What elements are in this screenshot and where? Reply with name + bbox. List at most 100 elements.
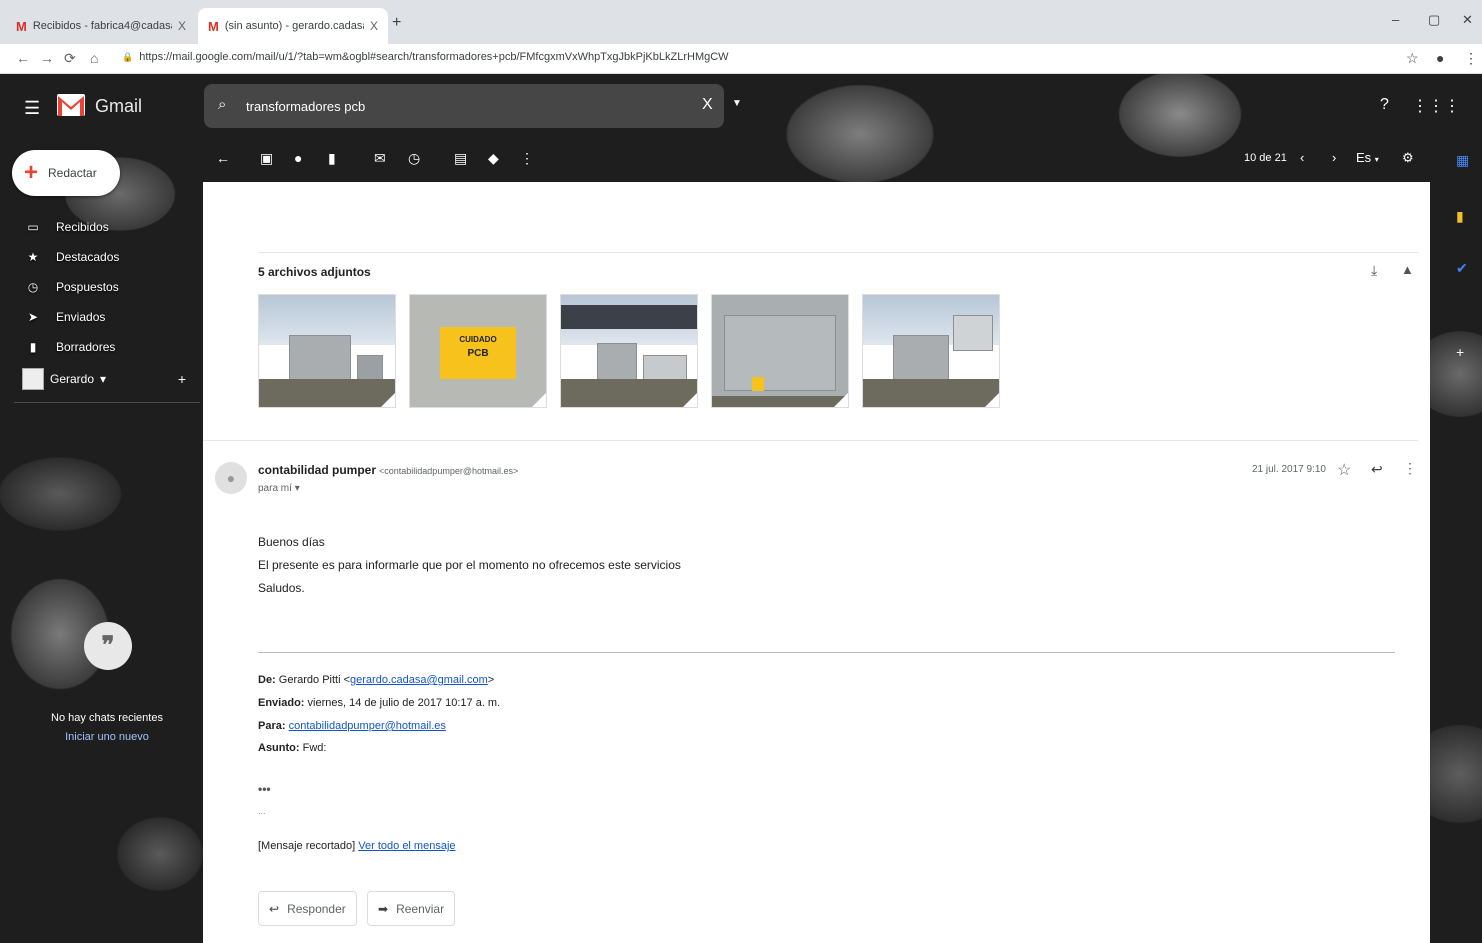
- sidebar-item-label: Borradores: [56, 340, 116, 354]
- download-all-icon[interactable]: ⤓: [1371, 262, 1377, 279]
- main-menu-icon[interactable]: ☰: [24, 98, 40, 119]
- attachment-thumbnail-3[interactable]: [560, 294, 698, 408]
- settings-gear-icon[interactable]: ⚙: [1402, 150, 1414, 166]
- pcb-label-top: CUIDADO: [459, 335, 497, 344]
- avatar: [22, 368, 44, 390]
- quoted-sent-value: viernes, 14 de julio de 2017 10:17 a. m.: [307, 697, 501, 709]
- send-icon: ➤: [27, 310, 39, 324]
- sender-name[interactable]: contabilidad pumper: [258, 463, 376, 477]
- message-panel: 5 archivos adjuntos ⤓ ▲ CUIDADO PCB ● co…: [203, 182, 1430, 943]
- next-icon[interactable]: ›: [1332, 150, 1336, 165]
- forward-button[interactable]: ➡ Reenviar: [367, 891, 456, 926]
- quoted-from-email-link[interactable]: gerardo.cadasa@gmail.com: [350, 674, 488, 686]
- star-icon: ★: [27, 250, 39, 264]
- quoted-sent-label: Enviado:: [258, 697, 305, 709]
- quoted-to-email-link[interactable]: contabilidadpumper@hotmail.es: [289, 720, 446, 732]
- sidebar-item-sent[interactable]: ➤ Enviados: [0, 302, 200, 332]
- start-new-chat-link[interactable]: Iniciar uno nuevo: [20, 731, 194, 743]
- browser-tab-bar: M Recibidos - fabrica4@cadasa.com X M (s…: [0, 0, 1482, 44]
- star-message-icon[interactable]: ☆: [1337, 460, 1351, 480]
- gmail-tab-icon: M: [208, 18, 219, 34]
- reload-icon[interactable]: ⟳: [64, 50, 76, 67]
- move-to-icon[interactable]: ▤: [454, 150, 467, 167]
- url-field[interactable]: 🔒 https://mail.google.com/mail/u/1/?tab=w…: [122, 51, 729, 63]
- more-options-icon[interactable]: ⋮: [1403, 460, 1417, 477]
- show-trimmed-content-button[interactable]: •••: [258, 782, 271, 796]
- snooze-icon[interactable]: ◷: [408, 150, 420, 167]
- compose-button[interactable]: + Redactar: [12, 150, 120, 196]
- body-line: Buenos días: [258, 535, 325, 549]
- delete-icon[interactable]: ▮: [328, 150, 336, 167]
- view-entire-message-link[interactable]: Ver todo el mensaje: [358, 840, 455, 852]
- hangouts-user[interactable]: Gerardo ▾ +: [22, 366, 192, 392]
- close-tab-icon[interactable]: X: [370, 19, 378, 33]
- attachment-thumbnail-5[interactable]: [862, 294, 1000, 408]
- profile-icon[interactable]: ●: [1436, 50, 1444, 66]
- attachment-thumbnail-1[interactable]: [258, 294, 396, 408]
- add-addon-icon[interactable]: +: [1456, 344, 1464, 360]
- report-spam-icon[interactable]: ●: [294, 150, 302, 166]
- draft-icon: ▮: [29, 340, 37, 354]
- home-icon[interactable]: ⌂: [90, 50, 98, 66]
- sidebar-item-starred[interactable]: ★ Destacados: [0, 242, 200, 272]
- archive-icon[interactable]: ▣: [260, 150, 273, 167]
- reply-icon[interactable]: ↩: [1371, 461, 1383, 478]
- message-date: 21 jul. 2017 9:10: [1252, 464, 1326, 475]
- quoted-to: Para: contabilidadpumper@hotmail.es: [258, 720, 446, 732]
- tasks-icon[interactable]: ✔: [1456, 260, 1468, 277]
- pcb-warning-label: CUIDADO PCB: [440, 327, 516, 379]
- tab-title: (sin asunto) - gerardo.cadasa@gmail.com: [224, 20, 364, 32]
- save-to-drive-icon[interactable]: ▲: [1401, 262, 1414, 277]
- close-tab-icon[interactable]: X: [178, 19, 186, 33]
- browser-tab-message[interactable]: M (sin asunto) - gerardo.cadasa@gmail.co…: [198, 8, 388, 44]
- sidebar-item-inbox[interactable]: ▭ Recibidos: [0, 212, 200, 242]
- close-window-icon[interactable]: ✕: [1462, 12, 1473, 28]
- back-to-list-icon[interactable]: ←: [216, 150, 230, 166]
- user-name: Gerardo: [50, 372, 95, 386]
- attachment-thumbnail-2[interactable]: CUIDADO PCB: [409, 294, 547, 408]
- thumbnail-fold: [532, 393, 546, 407]
- add-chat-icon[interactable]: +: [178, 371, 186, 387]
- thumbnail-fold: [834, 393, 848, 407]
- quoted-from-end: >: [487, 674, 495, 686]
- back-icon[interactable]: ←: [16, 50, 30, 66]
- gmail-logo-icon: [57, 94, 85, 116]
- search-options-icon[interactable]: ▼: [732, 98, 742, 109]
- new-tab-button[interactable]: +: [392, 14, 401, 32]
- search-icon[interactable]: ⌕: [218, 96, 226, 113]
- attachment-thumbnail-4[interactable]: [711, 294, 849, 408]
- browser-tab-inbox[interactable]: M Recibidos - fabrica4@cadasa.com X: [6, 8, 196, 44]
- reply-button[interactable]: ↩ Responder: [258, 891, 357, 926]
- sidebar-item-snoozed[interactable]: ◷ Pospuestos: [0, 272, 200, 302]
- divider: [258, 252, 1418, 253]
- forward-icon[interactable]: →: [40, 50, 54, 66]
- sender-line: contabilidad pumper <contabilidadpumper@h…: [258, 463, 518, 477]
- calendar-icon[interactable]: ▦: [1456, 152, 1469, 169]
- mark-unread-icon[interactable]: ✉: [374, 150, 386, 167]
- clear-search-icon[interactable]: X: [702, 96, 713, 114]
- search-bar: ⌕ X: [204, 84, 724, 128]
- quoted-subject-value: Fwd:: [302, 742, 327, 754]
- search-input[interactable]: [246, 94, 686, 118]
- photo-ground: [863, 379, 999, 407]
- label-icon[interactable]: ◆: [488, 150, 499, 167]
- reply-label: Responder: [287, 901, 346, 916]
- maximize-icon[interactable]: ▢: [1428, 12, 1440, 28]
- sidebar-divider: [14, 402, 200, 403]
- bookmark-star-icon[interactable]: ☆: [1406, 50, 1419, 67]
- quoted-from: De: Gerardo Pitti <gerardo.cadasa@gmail.…: [258, 674, 494, 686]
- sidebar-item-drafts[interactable]: ▮ Borradores: [0, 332, 200, 362]
- previous-icon[interactable]: ‹: [1300, 150, 1304, 165]
- inbox-icon: ▭: [27, 220, 39, 234]
- apps-grid-icon[interactable]: ⋮⋮⋮: [1412, 96, 1460, 116]
- sidebar-item-label: Destacados: [56, 250, 120, 264]
- language-selector[interactable]: Es ▾: [1356, 150, 1379, 165]
- minimize-icon[interactable]: –: [1392, 12, 1399, 27]
- chevron-down-icon: ▾: [100, 372, 107, 386]
- help-icon[interactable]: ?: [1380, 96, 1389, 114]
- more-actions-icon[interactable]: ⋮: [520, 150, 534, 167]
- quoted-to-label: Para:: [258, 720, 286, 732]
- browser-menu-icon[interactable]: ⋮: [1464, 50, 1478, 67]
- keep-icon[interactable]: ▮: [1456, 208, 1464, 225]
- recipient-line[interactable]: para mí ▾: [258, 483, 300, 494]
